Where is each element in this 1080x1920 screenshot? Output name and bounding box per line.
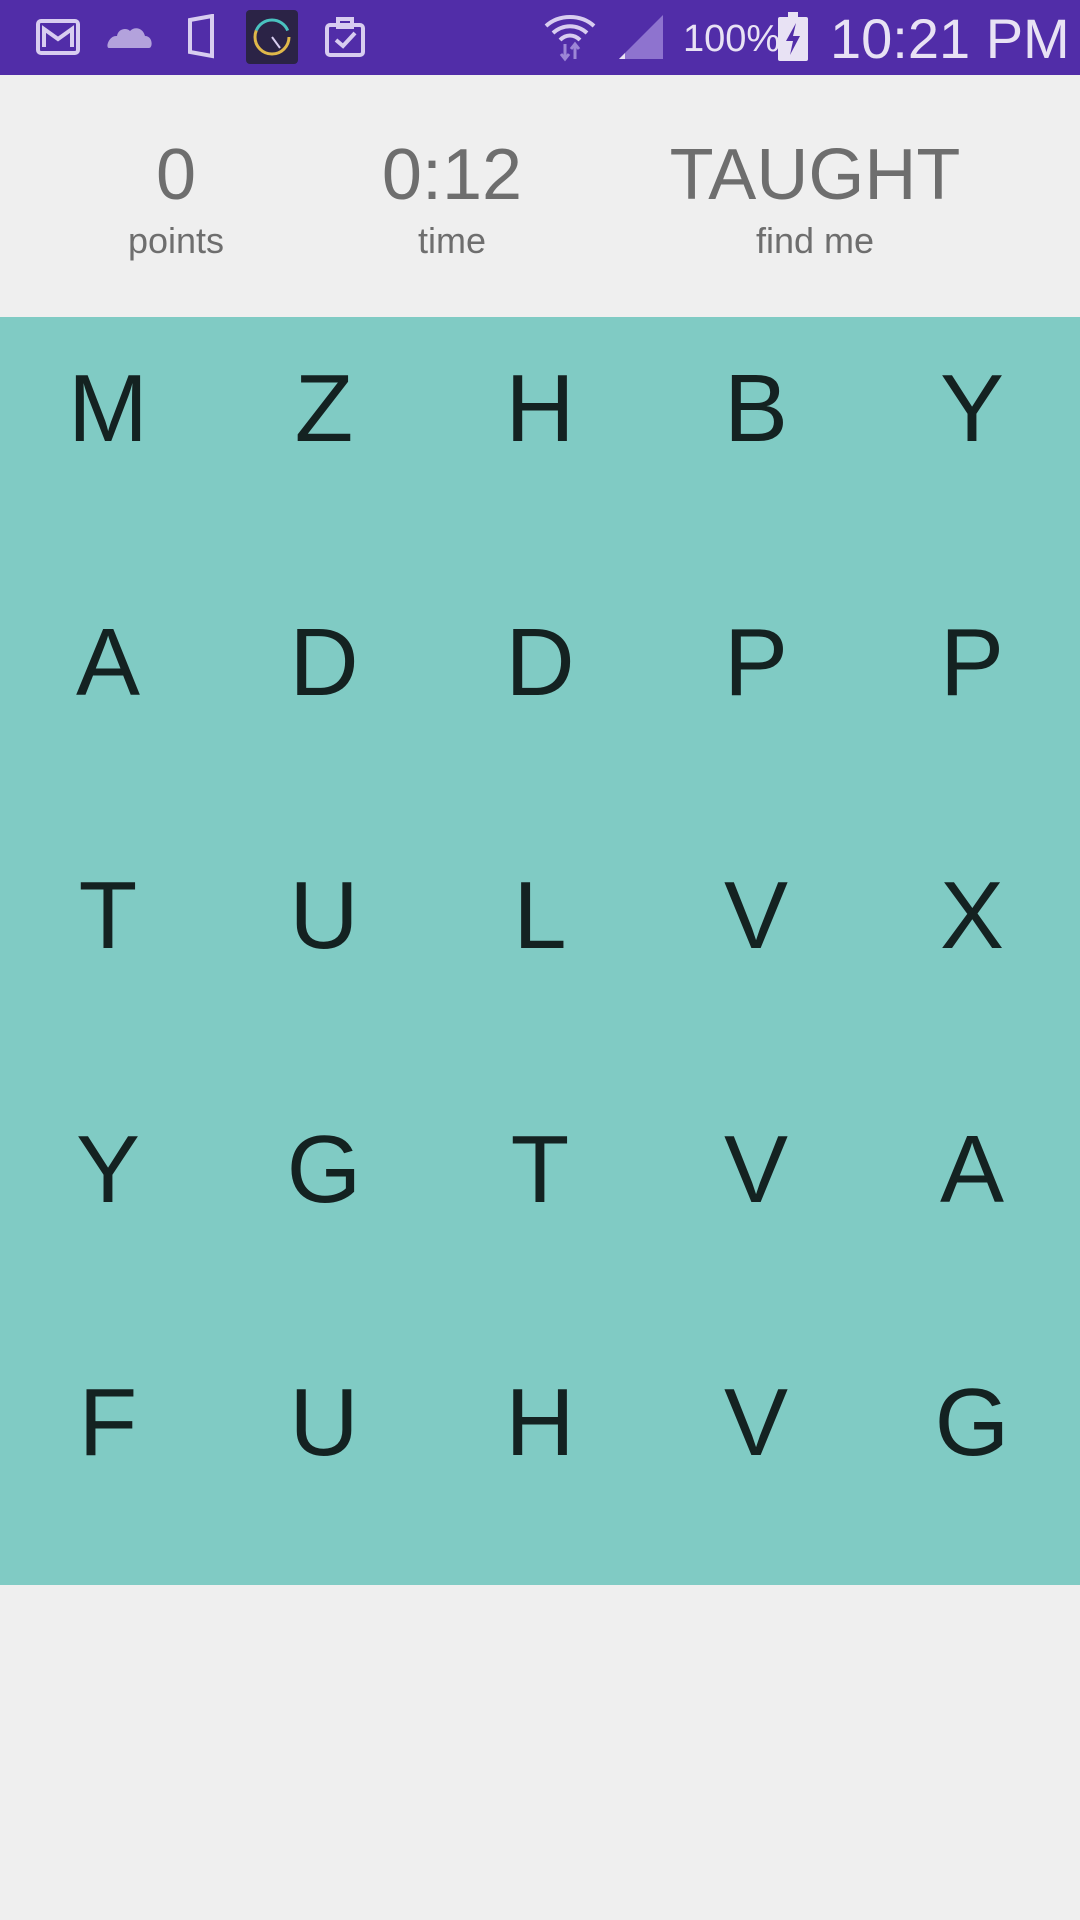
status-bar: 100% 10:21 PM xyxy=(0,0,1080,75)
game-header: 0 points 0:12 time TAUGHT find me xyxy=(0,75,1080,317)
letter-cell[interactable]: Z xyxy=(216,317,432,571)
letter-cell[interactable]: H xyxy=(432,317,648,571)
clock: 10:21 PM xyxy=(830,7,1070,70)
time-label: time xyxy=(417,220,486,261)
letter-cell[interactable]: U xyxy=(216,824,432,1078)
letter-cell[interactable]: G xyxy=(216,1078,432,1332)
points-value: 0 xyxy=(155,135,197,215)
letter-cell[interactable]: U xyxy=(216,1331,432,1585)
letter-cell[interactable]: M xyxy=(0,317,216,571)
target-word: TAUGHT xyxy=(669,135,961,215)
speed-gauge-icon xyxy=(246,10,298,64)
mail-icon xyxy=(34,12,82,62)
letter-cell[interactable]: B xyxy=(648,317,864,571)
letter-cell[interactable]: V xyxy=(648,824,864,1078)
letter-cell[interactable]: D xyxy=(432,571,648,825)
letter-grid: M Z H B Y A D D P P T U L V X Y G T V A … xyxy=(0,317,1080,1585)
letter-cell[interactable]: F xyxy=(0,1331,216,1585)
target-word-label: find me xyxy=(755,220,875,261)
target-word-stat: TAUGHT find me xyxy=(630,135,1000,261)
letter-cell[interactable]: X xyxy=(864,824,1080,1078)
letter-cell[interactable]: V xyxy=(648,1331,864,1585)
letter-cell[interactable]: Y xyxy=(864,317,1080,571)
signal-icon xyxy=(617,12,665,62)
battery-charging-icon xyxy=(776,12,810,62)
letter-cell[interactable]: A xyxy=(0,571,216,825)
letter-cell[interactable]: P xyxy=(864,571,1080,825)
wifi-icon xyxy=(542,12,598,62)
letter-cell[interactable]: L xyxy=(432,824,648,1078)
time-value: 0:12 xyxy=(381,135,523,215)
letter-cell[interactable]: H xyxy=(432,1331,648,1585)
letter-cell[interactable]: T xyxy=(0,824,216,1078)
letter-cell[interactable]: P xyxy=(648,571,864,825)
cloud-icon xyxy=(104,12,154,62)
letter-cell[interactable]: T xyxy=(432,1078,648,1332)
letter-cell[interactable]: G xyxy=(864,1331,1080,1585)
phone-book-icon xyxy=(184,12,218,62)
letter-cell[interactable]: Y xyxy=(0,1078,216,1332)
letter-cell[interactable]: A xyxy=(864,1078,1080,1332)
letter-cell[interactable]: D xyxy=(216,571,432,825)
time-stat: 0:12 time xyxy=(352,135,552,261)
clipboard-check-icon xyxy=(322,12,368,62)
points-stat: 0 points xyxy=(76,135,276,261)
battery-percent: 100% xyxy=(683,18,781,60)
points-label: points xyxy=(127,220,225,261)
letter-cell[interactable]: V xyxy=(648,1078,864,1332)
